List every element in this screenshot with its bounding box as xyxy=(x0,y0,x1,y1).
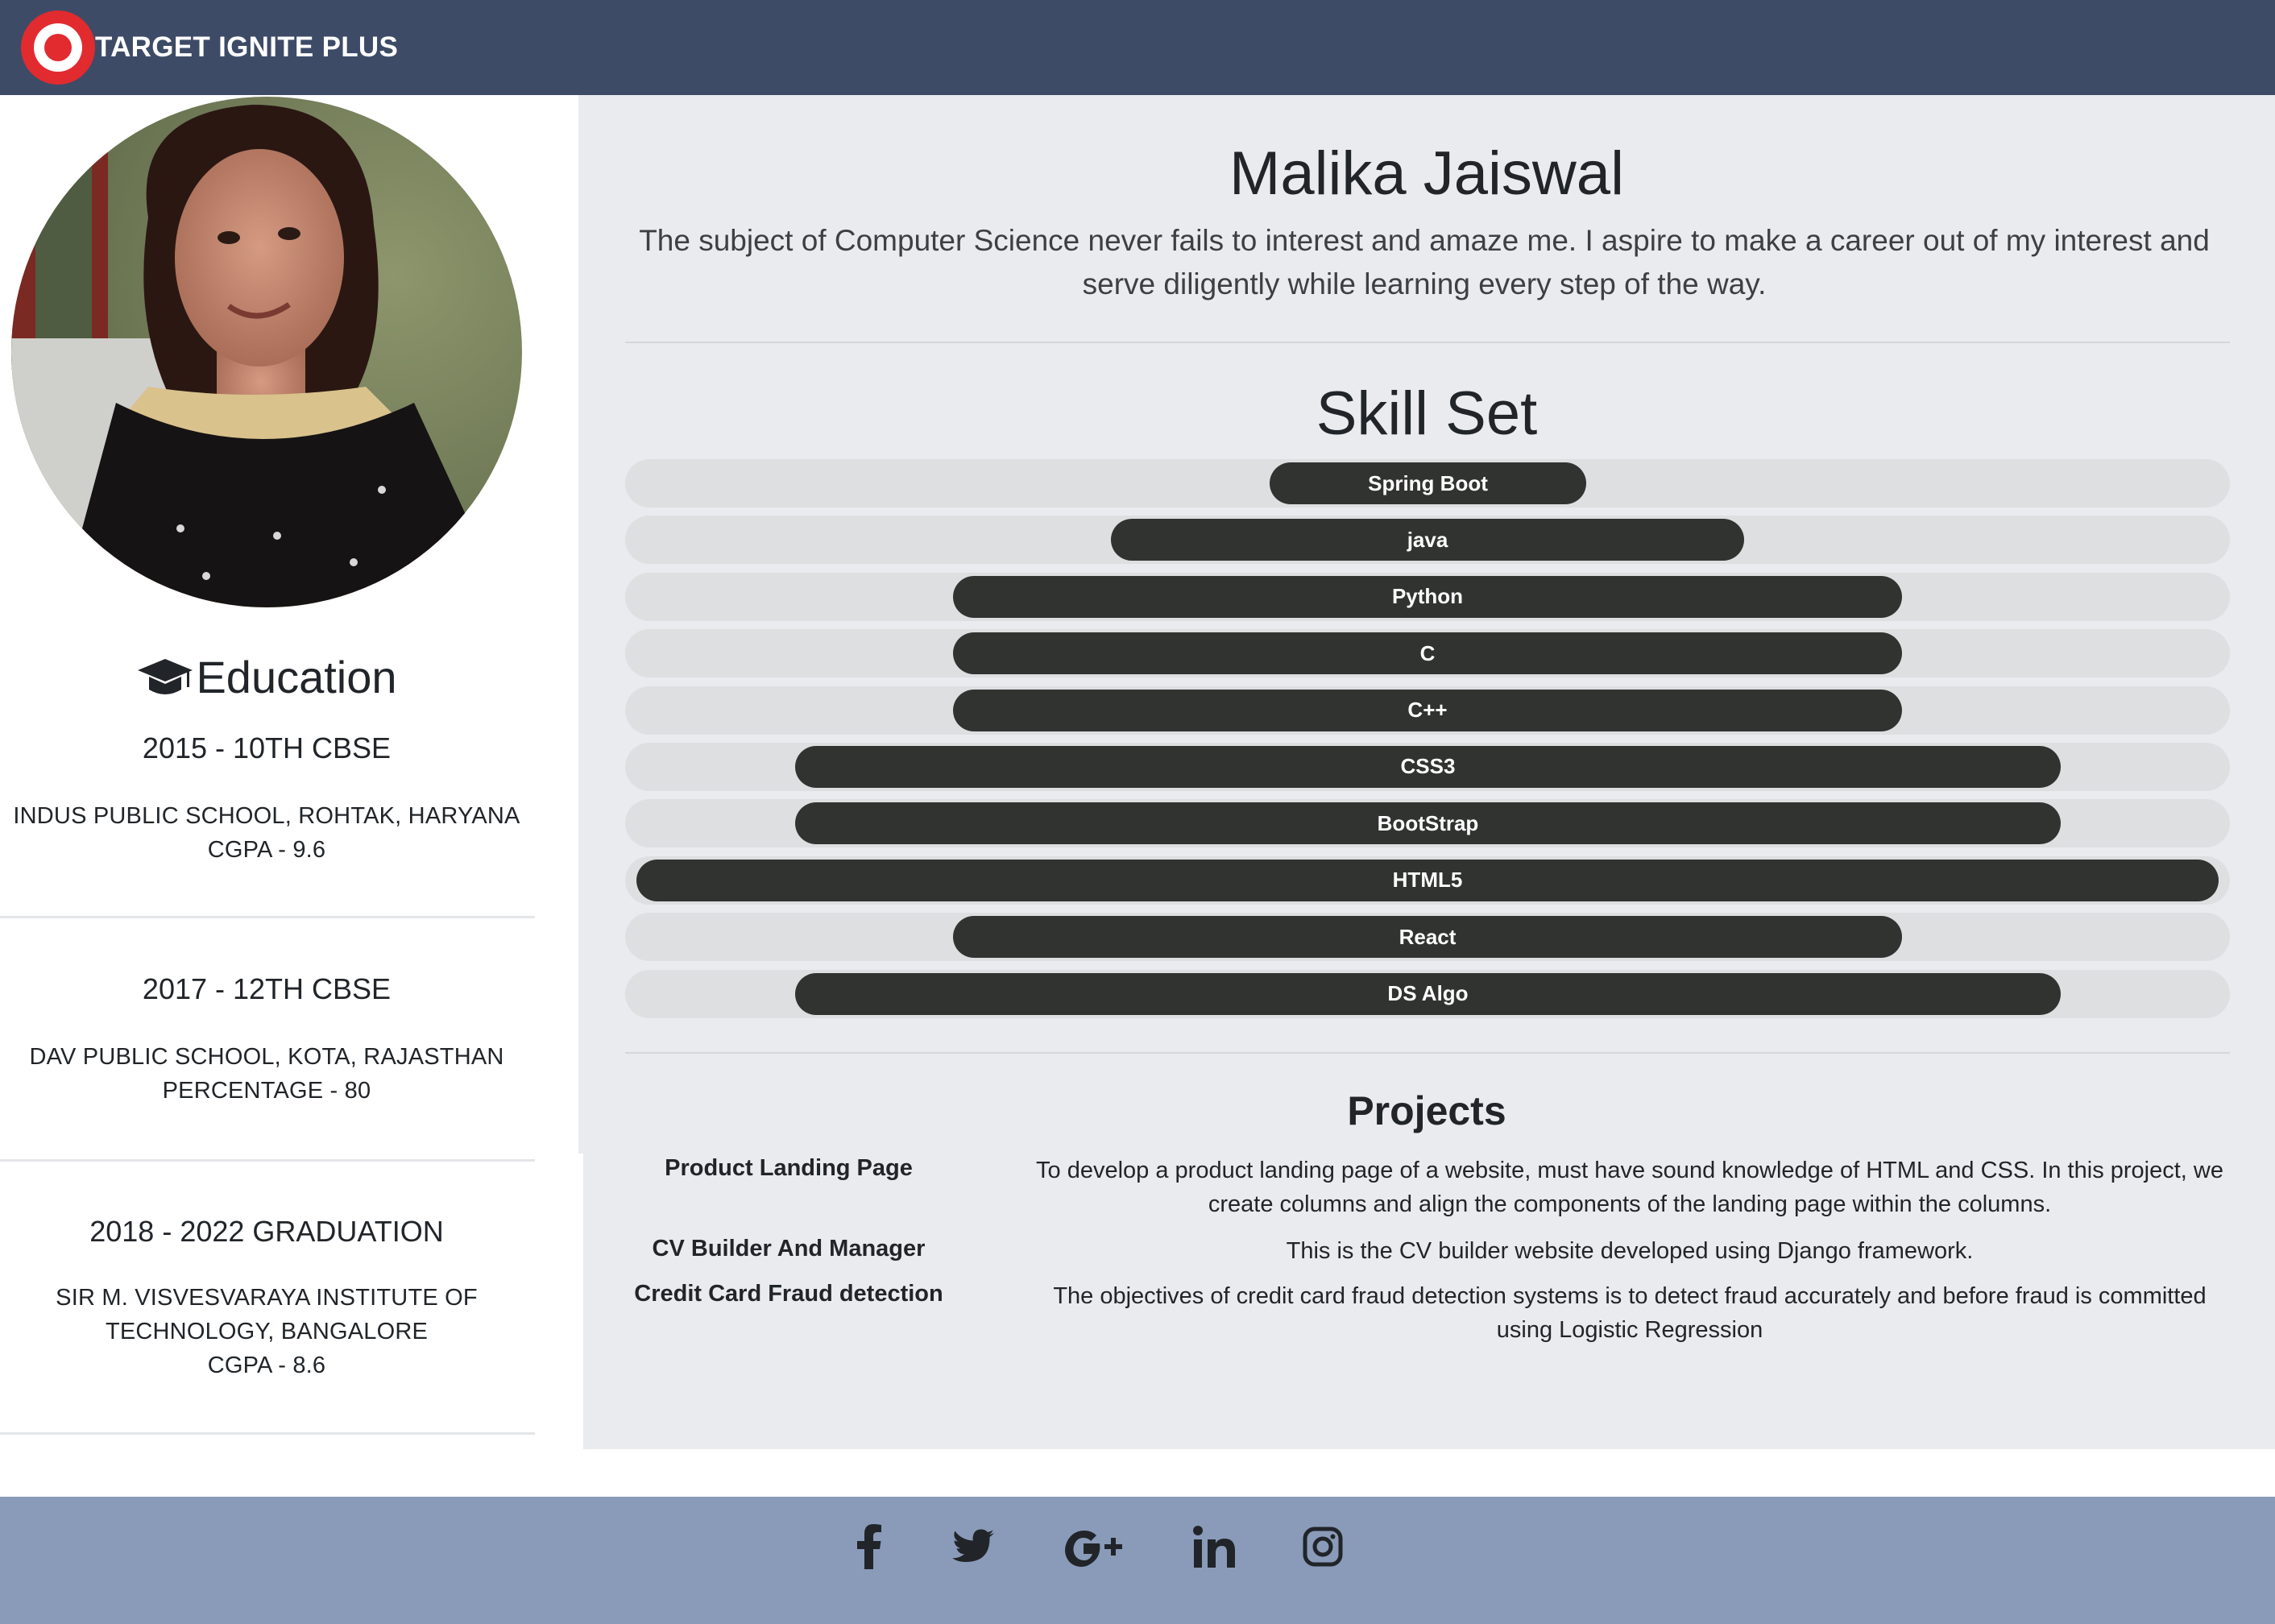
skill-bar: C++ xyxy=(953,689,1902,731)
education-detail: PERCENTAGE - 80 xyxy=(162,1078,371,1104)
skill-bar: CSS3 xyxy=(795,745,2061,788)
education-heading: Education xyxy=(0,644,533,709)
section-divider xyxy=(625,1052,2230,1054)
navbar: TARGET IGNITE PLUS xyxy=(0,0,2275,95)
education-detail: CGPA - 8.6 xyxy=(207,1353,326,1378)
linkedin-icon[interactable] xyxy=(1193,1526,1235,1568)
education-entry-12th: 2017 - 12TH CBSE DAV PUBLIC SCHOOL, KOTA… xyxy=(0,972,533,1108)
skills-heading: Skill Set xyxy=(1316,379,1538,448)
education-detail: INDUS PUBLIC SCHOOL, ROHTAK, HARYANA xyxy=(13,803,520,829)
facebook-link[interactable] xyxy=(852,1497,886,1597)
section-divider xyxy=(625,342,2230,343)
education-divider xyxy=(0,1159,535,1162)
skill-track: C++ xyxy=(625,686,2230,735)
skill-track: HTML5 xyxy=(625,856,2230,905)
education-title: 2015 - 10TH CBSE xyxy=(142,731,392,764)
profile-name: Malika Jaiswal xyxy=(1229,139,1624,208)
target-logo-icon[interactable] xyxy=(21,10,95,85)
skills-list: Spring Boot java Python C C++ CSS3 BootStrap HT… xyxy=(625,459,2230,1026)
footer xyxy=(0,1497,2275,1624)
project-description: The objectives of credit card fraud dete… xyxy=(1053,1283,2207,1343)
skill-bar: DS Algo xyxy=(795,972,2061,1015)
profile-photo xyxy=(11,97,522,607)
skill-track: C xyxy=(625,629,2230,678)
facebook-icon[interactable] xyxy=(856,1524,882,1569)
education-detail: DAV PUBLIC SCHOOL, KOTA, RAJASTHAN xyxy=(29,1044,504,1070)
education-title: 2017 - 12TH CBSE xyxy=(142,972,392,1005)
skill-bar: java xyxy=(1111,519,1744,561)
skill-bar: HTML5 xyxy=(636,859,2219,901)
skill-bar: BootStrap xyxy=(795,802,2061,845)
google-plus-link[interactable] xyxy=(1062,1497,1128,1597)
graduation-cap-icon xyxy=(138,659,193,694)
project-name: Credit Card Fraud detection xyxy=(634,1281,943,1307)
skill-track: Python xyxy=(625,572,2230,621)
projects-heading: Projects xyxy=(1347,1088,1506,1133)
education-divider xyxy=(0,916,535,918)
twitter-icon[interactable] xyxy=(952,1529,994,1564)
skill-track: java xyxy=(625,516,2230,565)
instagram-icon[interactable] xyxy=(1303,1527,1343,1567)
linkedin-link[interactable] xyxy=(1192,1497,1236,1597)
skill-bar: React xyxy=(953,916,1902,959)
skill-track: CSS3 xyxy=(625,742,2230,791)
education-entry-10th: 2015 - 10TH CBSE INDUS PUBLIC SCHOOL, RO… xyxy=(0,731,533,867)
skill-track: React xyxy=(625,913,2230,962)
sidebar: Education 2015 - 10TH CBSE INDUS PUBLIC … xyxy=(0,95,578,1497)
skill-bar: Spring Boot xyxy=(1270,462,1586,504)
panel-notch xyxy=(578,1154,583,1452)
project-name: Product Landing Page xyxy=(665,1155,913,1181)
main-panel: Malika Jaiswal The subject of Computer S… xyxy=(578,95,2275,1449)
project-description: This is the CV builder website developed… xyxy=(1286,1238,1974,1264)
education-detail: SIR M. VISVESVARAYA INSTITUTE OF xyxy=(56,1285,478,1311)
brand-name[interactable]: TARGET IGNITE PLUS xyxy=(95,31,398,64)
education-title: 2018 - 2022 GRADUATION xyxy=(89,1215,444,1248)
education-detail: CGPA - 9.6 xyxy=(207,837,326,863)
education-detail: TECHNOLOGY, BANGALORE xyxy=(105,1319,429,1344)
profile-summary: The subject of Computer Science never fa… xyxy=(639,224,2210,300)
education-heading-text: Education xyxy=(196,651,397,702)
skill-bar: Python xyxy=(953,575,1902,618)
skill-track: DS Algo xyxy=(625,969,2230,1018)
skill-track: Spring Boot xyxy=(625,459,2230,508)
project-description: To develop a product landing page of a w… xyxy=(1036,1158,2223,1217)
education-entry-graduation: 2018 - 2022 GRADUATION SIR M. VISVESVARA… xyxy=(0,1215,533,1382)
google-plus-icon[interactable] xyxy=(1063,1527,1126,1567)
twitter-link[interactable] xyxy=(951,1497,996,1597)
project-name: CV Builder And Manager xyxy=(652,1236,926,1262)
skill-track: BootStrap xyxy=(625,799,2230,848)
skill-bar: C xyxy=(953,632,1902,675)
instagram-link[interactable] xyxy=(1302,1497,1344,1597)
education-divider xyxy=(0,1432,535,1435)
